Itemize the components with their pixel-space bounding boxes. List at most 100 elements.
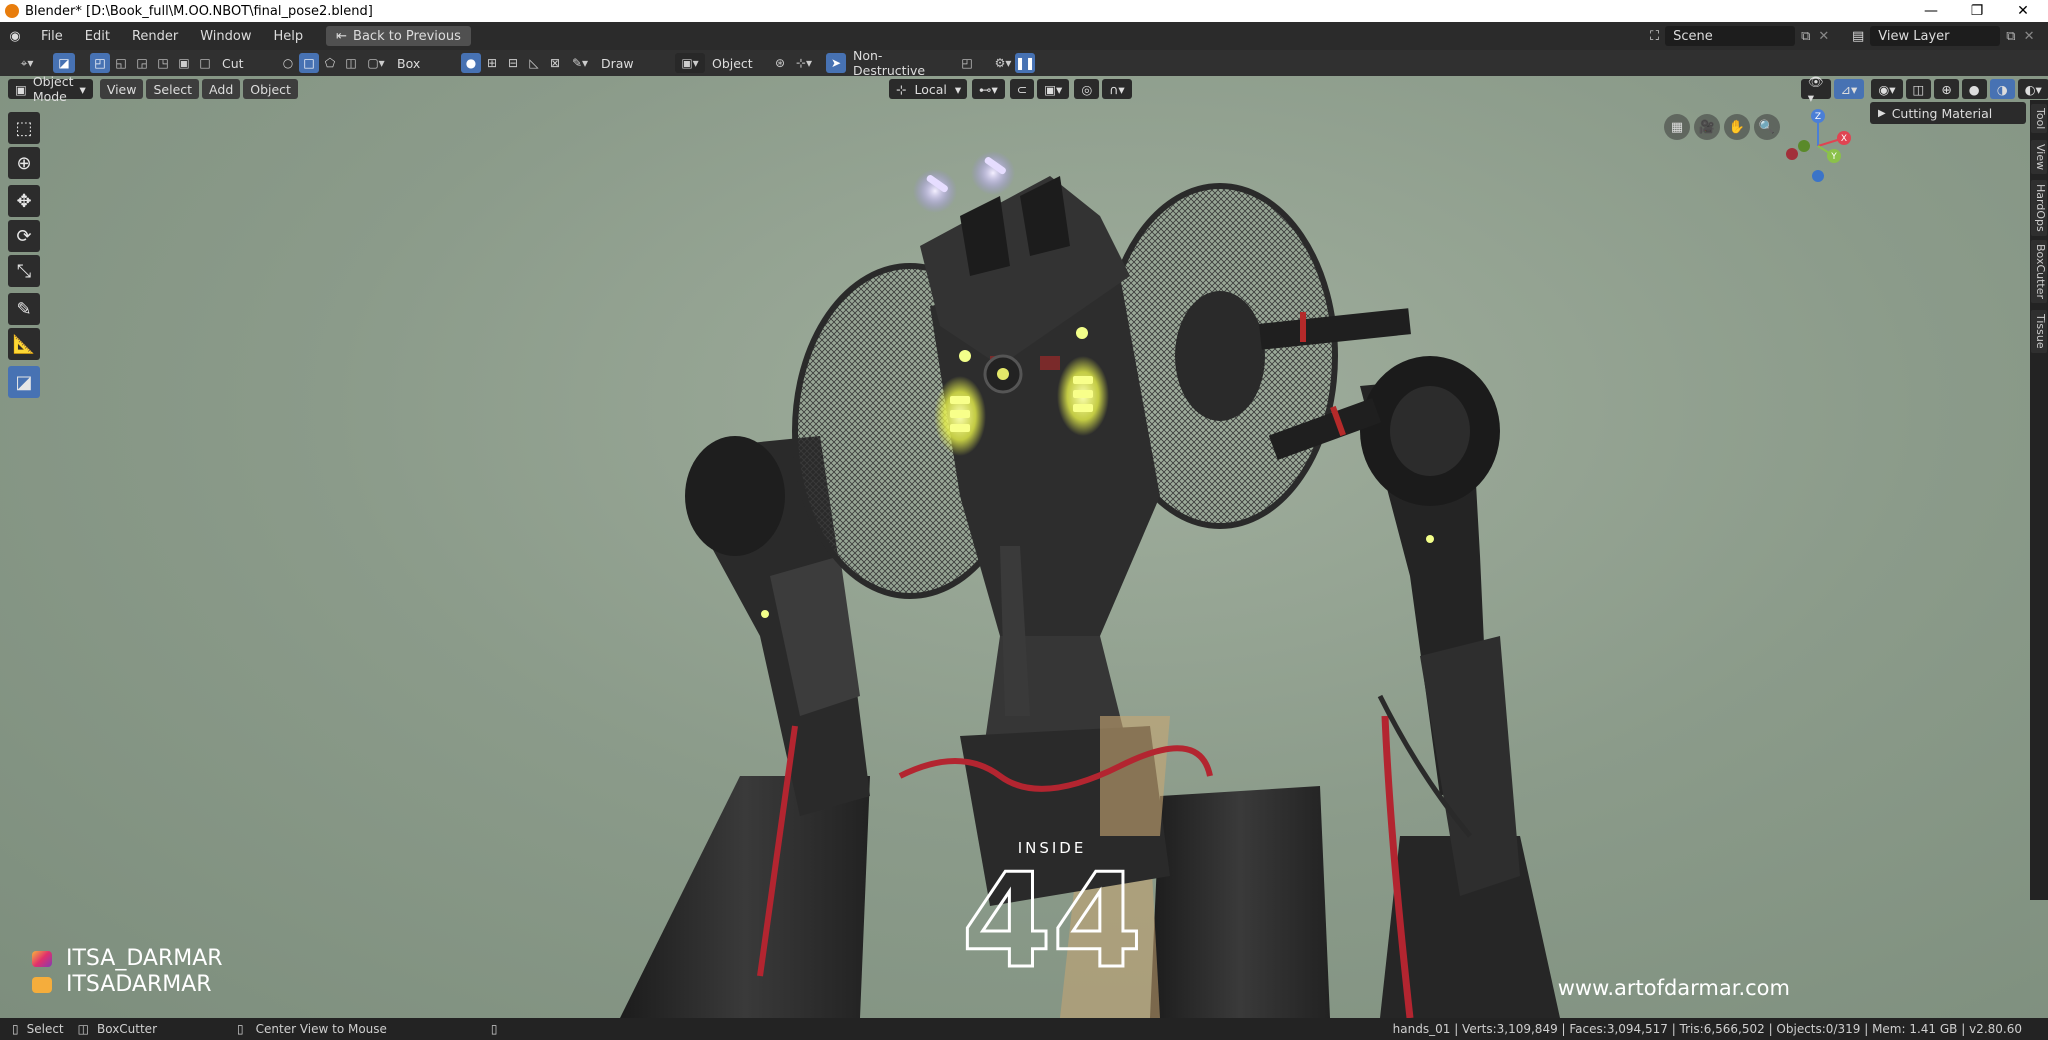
scene-field[interactable]: Scene: [1665, 26, 1796, 46]
menu-help[interactable]: Help: [263, 29, 315, 44]
remove-scene-icon[interactable]: ✕: [1818, 29, 1829, 44]
circle-shape-icon[interactable]: ○: [278, 53, 298, 73]
pan-hand-icon[interactable]: ✋: [1724, 114, 1750, 140]
object-mode-dropdown[interactable]: ▣ Object Mode ▾: [8, 76, 93, 104]
toggle-grid-icon[interactable]: ▦: [1664, 114, 1690, 140]
mirror-mode-icon[interactable]: ⊠: [545, 53, 565, 73]
visibility-icon[interactable]: 👁▾: [1800, 76, 1831, 105]
box-shape-icon[interactable]: □: [299, 53, 319, 73]
snap-toggle-icon[interactable]: ⊂: [1009, 79, 1035, 99]
youtube-icon: [32, 976, 52, 993]
pivot-dropdown-icon[interactable]: ⊹▾: [791, 53, 817, 73]
object-selector-icon[interactable]: ▣▾: [675, 53, 705, 73]
ngon-shape-icon[interactable]: ⬠: [320, 53, 340, 73]
menu-render[interactable]: Render: [121, 29, 189, 44]
array-mode-icon[interactable]: ⊟: [503, 53, 523, 73]
annotate-tool-icon[interactable]: ✎: [8, 293, 40, 325]
close-button[interactable]: ✕: [2000, 0, 2046, 22]
settings-gear-icon[interactable]: ⚙▾: [992, 53, 1014, 73]
snap-target-icon[interactable]: ▣▾: [1037, 79, 1070, 99]
join-mode-icon[interactable]: ◳: [153, 53, 173, 73]
menu-window[interactable]: Window: [189, 29, 262, 44]
left-toolbar: ⬚ ⊕ ✥ ⟳ ⤡ ✎ 📐 ◪: [8, 112, 40, 401]
chevron-down-icon: ▾: [79, 81, 86, 97]
inset-mode-icon[interactable]: ◲: [132, 53, 152, 73]
wireframe-shading-icon[interactable]: ⊕: [1934, 79, 1959, 99]
draw-dropdown-icon[interactable]: ✎▾: [566, 53, 594, 73]
snap-icon[interactable]: ⊛: [770, 53, 790, 73]
origin-mode-icon[interactable]: ●: [461, 53, 481, 73]
shape-dropdown-icon[interactable]: ▢▾: [362, 53, 390, 73]
extract-mode-icon[interactable]: □: [195, 53, 215, 73]
rotate-tool-icon[interactable]: ⟳: [8, 220, 40, 252]
menu-select[interactable]: Select: [146, 79, 200, 99]
window-titlebar: Blender* [D:\Book_full\M.OO.NBOT\final_p…: [0, 0, 2048, 22]
overlays-icon[interactable]: ◉▾: [1871, 79, 1903, 99]
box-shape-label: Box: [397, 55, 421, 71]
gizmo-toggle-icon[interactable]: ⊿▾: [1833, 79, 1865, 99]
new-scene-icon[interactable]: ⧉: [1801, 29, 1810, 44]
shape-options-icon[interactable]: ◰: [957, 53, 977, 73]
status-select-label: Select: [26, 1022, 64, 1036]
restore-button[interactable]: ❐: [1954, 0, 2000, 22]
remove-view-layer-icon[interactable]: ✕: [2024, 29, 2035, 44]
view-layer-field[interactable]: View Layer: [1870, 26, 2001, 46]
xray-icon[interactable]: ◫: [1905, 79, 1932, 99]
tab-view[interactable]: View: [2031, 140, 2047, 175]
tab-tool[interactable]: Tool: [2031, 104, 2047, 134]
cursor-tool-icon[interactable]: ⊕: [8, 147, 40, 179]
sidebar-tabs: Tool View HardOps BoxCutter Tissue: [2030, 100, 2048, 900]
tab-boxcutter[interactable]: BoxCutter: [2031, 240, 2047, 304]
scale-tool-icon[interactable]: ⤡: [8, 255, 40, 287]
proportional-edit-icon[interactable]: ◎: [1074, 79, 1100, 99]
select-box-tool-icon[interactable]: ⬚: [8, 112, 40, 144]
panel-collapse-icon: ▶: [1878, 107, 1886, 119]
measure-tool-icon[interactable]: 📐: [8, 328, 40, 360]
menu-file[interactable]: File: [30, 29, 74, 44]
tab-tissue[interactable]: Tissue: [2031, 310, 2047, 353]
minimize-button[interactable]: —: [1908, 0, 1954, 22]
3d-viewport[interactable]: INSIDE 44 ▣ Object Mode ▾ View Select Ad…: [0, 76, 2048, 1018]
scene-icon[interactable]: ⛶: [1650, 29, 1659, 44]
transform-orientation-dropdown[interactable]: ⊹ Local ▾: [888, 79, 967, 99]
falloff-icon[interactable]: ∩▾: [1102, 79, 1132, 99]
active-tool-icon[interactable]: ◪: [53, 53, 75, 73]
back-to-previous-button[interactable]: ⇤ Back to Previous: [326, 26, 471, 46]
pivot-point-icon[interactable]: ⊷▾: [971, 79, 1005, 99]
menu-edit[interactable]: Edit: [74, 29, 121, 44]
chevron-down-icon: ▾: [954, 81, 962, 97]
rendered-shading-icon[interactable]: ◐▾: [2017, 79, 2048, 99]
solid-shading-icon[interactable]: ●: [1961, 79, 1987, 99]
knife-mode-icon[interactable]: ▣: [174, 53, 194, 73]
behavior-icon[interactable]: ➤: [826, 53, 846, 73]
menu-view[interactable]: View: [99, 79, 144, 99]
instagram-handle: ITSA_DARMAR: [32, 946, 223, 971]
editor-type-icon[interactable]: ⌖▾: [12, 53, 42, 73]
top-menubar: ◉ File Edit Render Window Help ⇤ Back to…: [0, 22, 2048, 50]
object-mode-label: Object Mode: [32, 76, 74, 104]
status-bar: ▯ Select ◫ BoxCutter ▯ Center View to Mo…: [0, 1018, 2048, 1040]
zoom-icon[interactable]: 🔍: [1754, 114, 1780, 140]
back-arrow-icon: ⇤: [336, 28, 348, 44]
viewport-header: ▣ Object Mode ▾ View Select Add Object ⊹…: [0, 76, 2048, 105]
slice-mode-icon[interactable]: ◱: [111, 53, 131, 73]
bevel-mode-icon[interactable]: ◺: [524, 53, 544, 73]
menu-add[interactable]: Add: [202, 79, 241, 99]
view-layer-icon[interactable]: ▤: [1852, 29, 1864, 44]
cutting-material-panel[interactable]: ▶ Cutting Material: [1870, 102, 2026, 124]
boxcutter-tool-icon[interactable]: ◪: [8, 366, 40, 398]
grid-mode-icon[interactable]: ⊞: [482, 53, 502, 73]
camera-view-icon[interactable]: 🎥: [1694, 114, 1720, 140]
blender-menu-icon[interactable]: ◉: [0, 29, 30, 44]
pause-icon[interactable]: ❚❚: [1015, 53, 1035, 73]
tool-settings-header: ⌖▾ ◪ ◰ ◱ ◲ ◳ ▣ □ Cut ○ □ ⬠ ◫ ▢▾ Box ● ⊞ …: [0, 48, 2048, 78]
new-view-layer-icon[interactable]: ⧉: [2006, 29, 2015, 44]
custom-shape-icon[interactable]: ◫: [341, 53, 361, 73]
window-title: Blender* [D:\Book_full\M.OO.NBOT\final_p…: [25, 3, 373, 19]
cut-mode-icon[interactable]: ◰: [90, 53, 110, 73]
navigation-gizmo[interactable]: Z X Y: [1778, 106, 1858, 186]
move-tool-icon[interactable]: ✥: [8, 185, 40, 217]
tab-hardops[interactable]: HardOps: [2031, 180, 2047, 236]
material-shading-icon[interactable]: ◑: [1989, 79, 2015, 99]
menu-object[interactable]: Object: [243, 79, 298, 99]
